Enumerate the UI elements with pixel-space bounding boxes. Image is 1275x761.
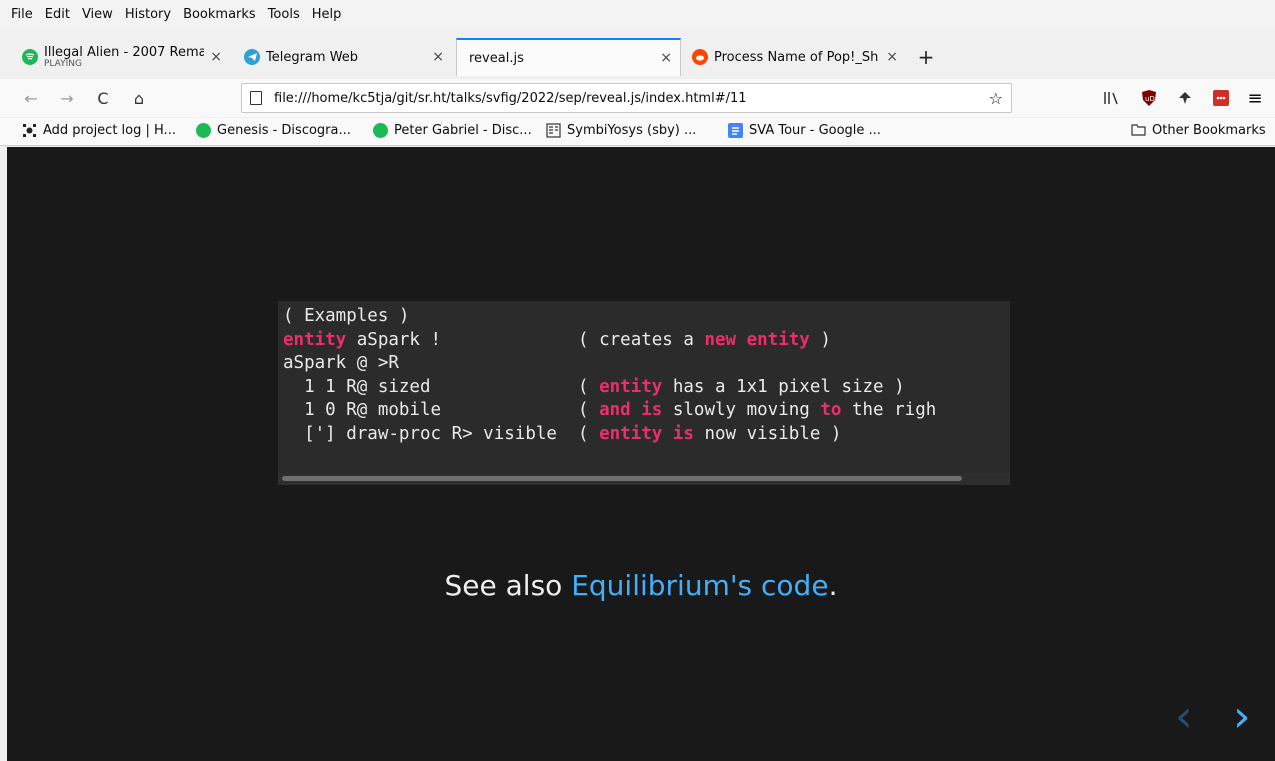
spotify-icon: [373, 123, 388, 138]
menu-tools[interactable]: Tools: [267, 5, 301, 24]
docs-icon: [546, 123, 561, 138]
bookmarks-bar: Add project log | H... Genesis - Discogr…: [0, 118, 1275, 146]
bookmark-label: SVA Tour - Google ...: [749, 123, 881, 138]
menu-view[interactable]: View: [81, 5, 114, 24]
bookmark-label: Peter Gabriel - Disc...: [394, 123, 532, 138]
tab-title: Process Name of Pop!_Sh: [714, 49, 879, 65]
prev-slide-arrow[interactable]: ‹: [1175, 691, 1193, 742]
spotify-icon: [196, 123, 211, 138]
code-text: ( Examples ) entity aSpark ! ( creates a…: [278, 301, 1010, 447]
spotify-icon: [22, 49, 38, 65]
bookmark-item[interactable]: Peter Gabriel - Disc...: [373, 123, 532, 138]
lastpass-icon[interactable]: [1210, 87, 1232, 109]
menu-history[interactable]: History: [124, 5, 172, 24]
tab-title: reveal.js: [469, 50, 524, 66]
next-slide-arrow[interactable]: ›: [1233, 691, 1251, 742]
tab-close-button[interactable]: ×: [886, 49, 898, 65]
page-icon: [250, 91, 262, 105]
tab-playing-label: PLAYING: [44, 58, 82, 69]
see-also-prefix: See also: [444, 569, 572, 602]
tab-reddit[interactable]: Process Name of Pop!_Sh ×: [684, 38, 906, 76]
code-line: 1 0 R@ mobile ( and is slowly moving to …: [283, 400, 937, 421]
folder-icon: [1131, 123, 1146, 138]
code-line: aSpark @ >R: [283, 353, 399, 374]
back-button[interactable]: ←: [20, 87, 42, 109]
telegram-icon: [244, 49, 260, 65]
url-text[interactable]: file:///home/kc5tja/git/sr.ht/talks/svfi…: [274, 91, 989, 106]
hackaday-icon: [22, 123, 37, 138]
google-docs-icon: [728, 123, 743, 138]
bookmark-item[interactable]: SymbiYosys (sby) ...: [546, 123, 696, 138]
hamburger-menu-icon[interactable]: ≡: [1244, 87, 1266, 109]
svg-text:uD: uD: [1145, 95, 1155, 103]
pin-icon[interactable]: [1174, 87, 1196, 109]
tab-title: Illegal Alien - 2007 Rema: [44, 45, 205, 60]
menu-edit[interactable]: Edit: [44, 5, 71, 24]
scrollbar-thumb[interactable]: [282, 476, 962, 481]
bookmark-item[interactable]: SVA Tour - Google ...: [728, 123, 881, 138]
new-tab-button[interactable]: +: [912, 38, 940, 76]
bookmark-item[interactable]: Add project log | H...: [22, 123, 176, 138]
bookmark-label: Add project log | H...: [43, 123, 176, 138]
tab-title: Telegram Web: [266, 49, 359, 65]
reload-button[interactable]: C: [92, 87, 114, 109]
menu-bar: File Edit View History Bookmarks Tools H…: [0, 0, 1275, 28]
bookmark-label: SymbiYosys (sby) ...: [567, 123, 697, 138]
menu-file[interactable]: File: [10, 5, 34, 24]
code-line: 1 1 R@ sized ( entity has a 1x1 pixel si…: [283, 376, 905, 397]
tab-strip: Illegal Alien - 2007 Rema PLAYING × Tele…: [0, 38, 1275, 76]
code-scrollbar[interactable]: [278, 473, 1010, 485]
menu-help[interactable]: Help: [311, 5, 343, 24]
bookmark-label: Genesis - Discogra...: [217, 123, 351, 138]
code-line: ( Examples ): [283, 306, 410, 326]
other-bookmarks-label: Other Bookmarks: [1152, 123, 1266, 138]
tab-spotify[interactable]: Illegal Alien - 2007 Rema PLAYING ×: [14, 38, 230, 76]
code-block: ( Examples ) entity aSpark ! ( creates a…: [278, 301, 1010, 485]
tab-telegram[interactable]: Telegram Web ×: [236, 38, 452, 76]
tab-close-button[interactable]: ×: [432, 49, 444, 65]
see-also-text: See also Equilibrium's code.: [7, 569, 1275, 602]
slide-viewport: ( Examples ) entity aSpark ! ( creates a…: [7, 147, 1275, 761]
reddit-icon: [692, 49, 708, 65]
other-bookmarks[interactable]: Other Bookmarks: [1131, 123, 1266, 138]
code-line: ['] draw-proc R> visible ( entity is now…: [283, 423, 842, 444]
home-button[interactable]: ⌂: [128, 87, 150, 109]
ublock-icon[interactable]: uD: [1138, 87, 1160, 109]
library-icon[interactable]: [1100, 87, 1122, 109]
url-bar[interactable]: file:///home/kc5tja/git/sr.ht/talks/svfi…: [241, 83, 1012, 113]
bookmark-star-icon[interactable]: ☆: [989, 89, 1003, 108]
tab-revealjs[interactable]: reveal.js ×: [456, 38, 681, 76]
forward-button[interactable]: →: [56, 87, 78, 109]
menu-bookmarks[interactable]: Bookmarks: [182, 5, 257, 24]
equilibrium-code-link[interactable]: Equilibrium's code: [571, 569, 828, 602]
tab-close-button[interactable]: ×: [210, 49, 222, 65]
see-also-suffix: .: [828, 569, 838, 602]
bookmark-item[interactable]: Genesis - Discogra...: [196, 123, 351, 138]
code-line: entity aSpark ! ( creates a new entity ): [283, 329, 831, 350]
tab-close-button[interactable]: ×: [660, 50, 672, 66]
nav-bar: ← → C ⌂ file:///home/kc5tja/git/sr.ht/ta…: [0, 79, 1275, 117]
